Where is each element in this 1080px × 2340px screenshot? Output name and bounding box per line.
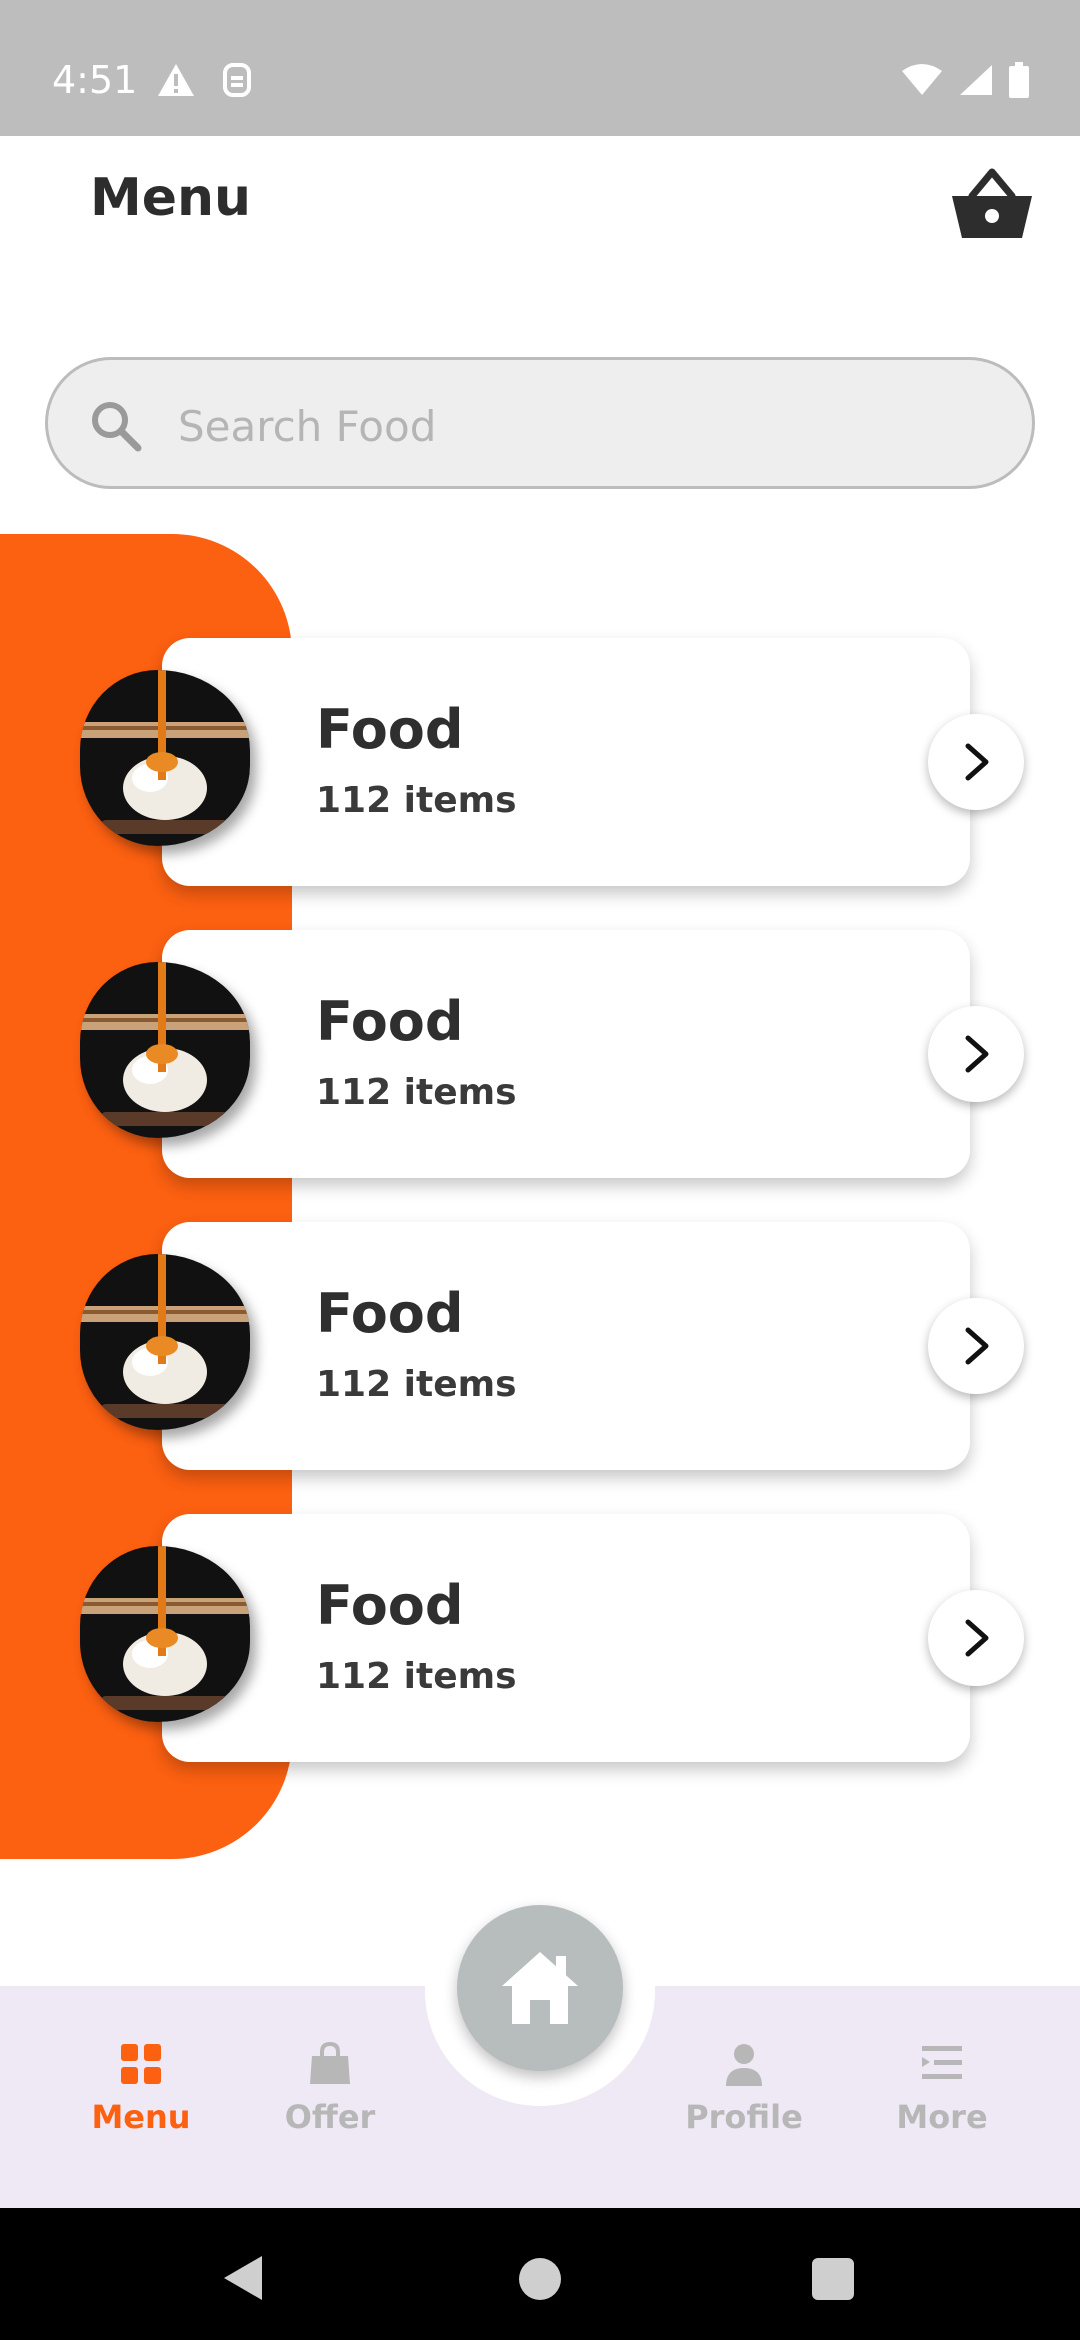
category-count: 112 items bbox=[316, 1364, 517, 1405]
category-open-button[interactable] bbox=[928, 1298, 1024, 1394]
category-image bbox=[80, 1254, 250, 1430]
nav-label: More bbox=[896, 2098, 988, 2136]
search-icon bbox=[88, 398, 144, 454]
category-card[interactable] bbox=[162, 930, 970, 1178]
category-image bbox=[80, 1546, 250, 1722]
wifi-icon bbox=[900, 63, 944, 101]
chevron-right-icon bbox=[965, 743, 989, 781]
category-open-button[interactable] bbox=[928, 714, 1024, 810]
category-open-button[interactable] bbox=[928, 1590, 1024, 1686]
category-name: Food bbox=[316, 698, 464, 761]
nav-item-menu[interactable]: Menu bbox=[61, 2040, 221, 2136]
nav-item-more[interactable]: More bbox=[862, 2040, 1022, 2136]
nav-label: Profile bbox=[685, 2098, 803, 2136]
nav-item-profile[interactable]: Profile bbox=[664, 2040, 824, 2136]
search-input[interactable] bbox=[178, 386, 978, 466]
category-image bbox=[80, 962, 250, 1138]
category-image bbox=[80, 670, 250, 846]
chevron-right-icon bbox=[965, 1619, 989, 1657]
category-name: Food bbox=[316, 1574, 464, 1637]
category-card[interactable] bbox=[162, 638, 970, 886]
home-icon bbox=[502, 1952, 578, 2024]
home-button[interactable] bbox=[457, 1905, 623, 2071]
basket-icon[interactable] bbox=[950, 168, 1034, 240]
nav-item-offer[interactable]: Offer bbox=[250, 2040, 410, 2136]
warning-icon bbox=[156, 62, 196, 102]
battery-icon bbox=[1008, 62, 1030, 102]
page-title: Menu bbox=[90, 168, 252, 228]
nav-label: Offer bbox=[284, 2098, 376, 2136]
system-home-icon[interactable] bbox=[519, 2258, 561, 2300]
category-item[interactable]: Food 112 items bbox=[0, 638, 1080, 886]
shopping-bag-icon bbox=[310, 2041, 350, 2084]
category-count: 112 items bbox=[316, 1072, 517, 1113]
sim-icon bbox=[222, 62, 252, 102]
chevron-right-icon bbox=[965, 1035, 989, 1073]
category-count: 112 items bbox=[316, 780, 517, 821]
nav-label: Menu bbox=[91, 2098, 191, 2136]
category-card[interactable] bbox=[162, 1222, 970, 1470]
recents-icon[interactable] bbox=[812, 2258, 854, 2300]
chevron-right-icon bbox=[965, 1327, 989, 1365]
grid-icon bbox=[121, 2044, 161, 2084]
category-card[interactable] bbox=[162, 1514, 970, 1762]
signal-icon bbox=[958, 63, 994, 101]
category-item[interactable]: Food 112 items bbox=[0, 1514, 1080, 1762]
category-item[interactable]: Food 112 items bbox=[0, 1222, 1080, 1470]
status-time: 4:51 bbox=[52, 58, 138, 102]
person-icon bbox=[726, 2044, 762, 2086]
category-count: 112 items bbox=[316, 1656, 517, 1697]
list-icon bbox=[922, 2046, 962, 2079]
status-bar: 4:51 bbox=[0, 0, 1080, 136]
system-nav-bar bbox=[0, 2208, 1080, 2340]
search-bar[interactable] bbox=[45, 357, 1035, 489]
category-name: Food bbox=[316, 990, 464, 1053]
category-open-button[interactable] bbox=[928, 1006, 1024, 1102]
category-item[interactable]: Food 112 items bbox=[0, 930, 1080, 1178]
category-name: Food bbox=[316, 1282, 464, 1345]
back-icon[interactable] bbox=[222, 2254, 264, 2306]
